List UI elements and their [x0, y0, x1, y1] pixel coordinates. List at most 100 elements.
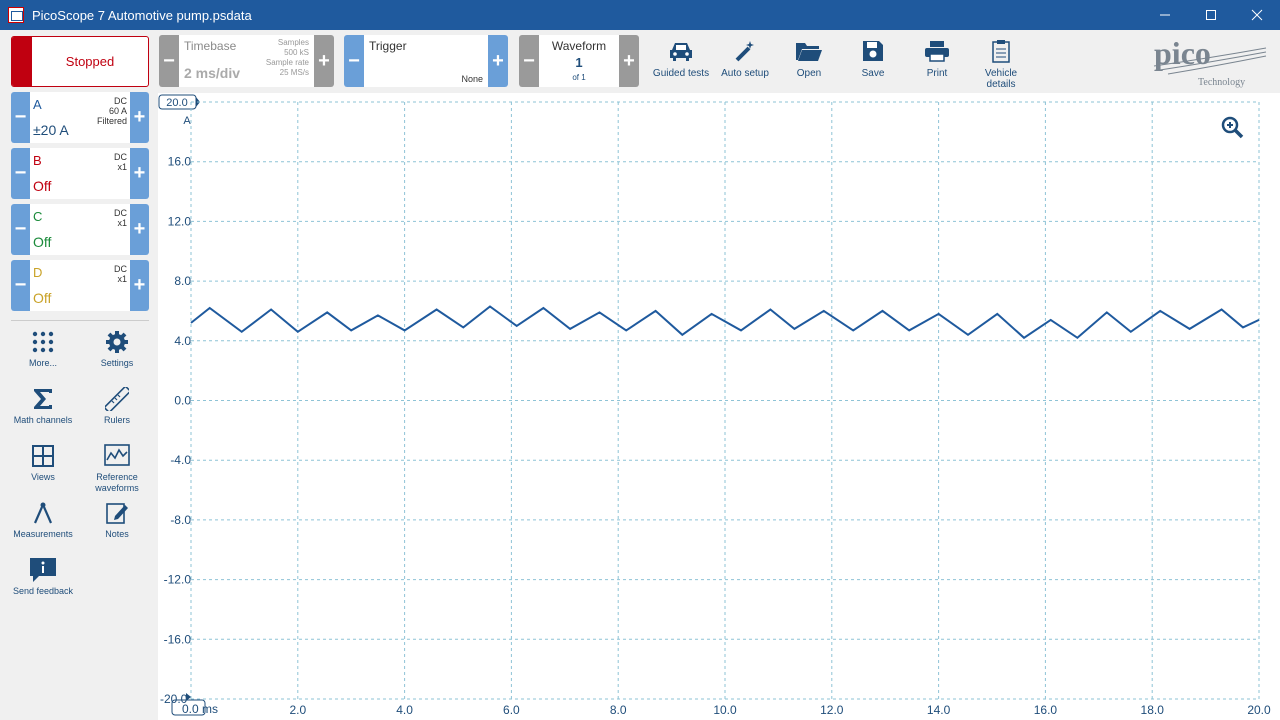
trigger-label: Trigger [369, 39, 407, 53]
car-icon [650, 36, 712, 66]
x-tick-label: 4.0 [396, 703, 413, 717]
waveform-previous-button[interactable]: − [519, 35, 539, 87]
waveform-next-button[interactable]: + [619, 35, 639, 87]
channel-b-range: Off [33, 178, 52, 194]
y-tick-label: 0.0 [174, 394, 191, 408]
y-tick-label: -16.0 [164, 632, 192, 646]
channel-a-coupling: DC [114, 96, 127, 106]
channel-a-decrease-button[interactable]: − [11, 92, 30, 143]
feedback-icon [3, 556, 83, 584]
trigger-decrease-button[interactable]: − [344, 35, 364, 87]
channel-c-probe: x1 [117, 218, 127, 228]
send-feedback-button[interactable]: Send feedback [3, 556, 83, 597]
y-tick-label: -12.0 [164, 573, 192, 587]
y-tick-label: 4.0 [174, 334, 191, 348]
sample-rate-label: Sample rate [265, 58, 309, 67]
x-tick-label: 8.0 [610, 703, 627, 717]
views-button[interactable]: Views [3, 442, 83, 483]
reference-waveforms-button[interactable]: Reference waveforms [77, 442, 157, 494]
measurements-button[interactable]: Measurements [3, 499, 83, 540]
zoom-icon[interactable] [1221, 116, 1244, 139]
channel-a-increase-button[interactable]: + [130, 92, 149, 143]
svg-text:Technology: Technology [1198, 77, 1245, 88]
vehicle-details-label: Vehicle details [984, 68, 1018, 90]
math-channels-button[interactable]: Math channels [3, 385, 83, 426]
y-range-label: 20.0 [166, 97, 187, 109]
oscilloscope-chart[interactable]: 20.0 A 16.0 12.0 8.0 4.0 0.0 -4.0 -8.0 -12.0 -16… [158, 93, 1280, 720]
pico-technology-logo: pico Technology [1150, 35, 1270, 88]
timebase-label: Timebase [184, 39, 237, 53]
channel-d-increase-button[interactable]: + [130, 260, 149, 311]
timebase-decrease-button[interactable]: − [159, 35, 179, 87]
x-origin-label: 0.0 ms [182, 702, 218, 716]
scope-view[interactable]: 20.0 A 16.0 12.0 8.0 4.0 0.0 -4.0 -8.0 -12.0 -16… [158, 93, 1280, 720]
settings-label: Settings [100, 358, 134, 368]
guided-tests-label: Guided tests [652, 68, 710, 79]
channel-a-probe: 60 A [108, 106, 127, 116]
trigger-increase-button[interactable]: + [488, 35, 508, 87]
channel-c-decrease-button[interactable]: − [11, 204, 30, 255]
open-button[interactable]: Open [778, 36, 840, 86]
channel-a-control[interactable]: − A DC 60 A Filtered ±20 A + [11, 92, 149, 143]
channel-a-name: A [33, 97, 42, 112]
minimize-button[interactable] [1142, 0, 1188, 30]
notes-label: Notes [105, 529, 129, 539]
picoscope-app-icon [8, 7, 24, 23]
channel-b-decrease-button[interactable]: − [11, 148, 30, 199]
notes-button[interactable]: Notes [77, 499, 157, 540]
waveform-number: 1 [575, 55, 583, 70]
run-stop-label: Stopped [65, 54, 115, 69]
save-button[interactable]: Save [842, 36, 904, 86]
rulers-button[interactable]: Rulers [77, 385, 157, 426]
stop-indicator-bar [12, 37, 32, 86]
save-label: Save [861, 68, 885, 79]
channel-b-control[interactable]: − B DC x1 Off + [11, 148, 149, 199]
x-tick-label: 6.0 [503, 703, 520, 717]
timebase-increase-button[interactable]: + [314, 35, 334, 87]
x-tick-label: 2.0 [289, 703, 306, 717]
vehicle-details-button[interactable]: Vehicle details [970, 36, 1032, 90]
x-tick-label: 20.0 [1247, 703, 1271, 717]
channel-d-decrease-button[interactable]: − [11, 260, 30, 311]
floppy-icon [842, 36, 904, 66]
channel-a-trace [190, 305, 1260, 340]
channel-c-control[interactable]: − C DC x1 Off + [11, 204, 149, 255]
more-button[interactable]: More... [3, 328, 83, 369]
maximize-button[interactable] [1188, 0, 1234, 30]
sample-rate-value: 25 MS/s [279, 68, 309, 77]
close-button[interactable] [1234, 0, 1280, 30]
waveform-label: Waveform [551, 39, 607, 53]
channel-d-control[interactable]: − D DC x1 Off + [11, 260, 149, 311]
y-tick-label: -8.0 [170, 513, 191, 527]
print-button[interactable]: Print [906, 36, 968, 86]
ruler-icon [77, 385, 157, 413]
channel-c-increase-button[interactable]: + [130, 204, 149, 255]
y-unit-label: A [183, 115, 191, 127]
settings-button[interactable]: Settings [77, 328, 157, 369]
auto-setup-button[interactable]: Auto setup [714, 36, 776, 86]
timebase-value[interactable]: 2 ms/div [184, 65, 240, 81]
channel-d-name: D [33, 265, 43, 280]
views-label: Views [31, 472, 55, 482]
channel-b-increase-button[interactable]: + [130, 148, 149, 199]
x-tick-label: 10.0 [713, 703, 737, 717]
trigger-control: − Trigger None + [344, 35, 508, 87]
svg-text:pico: pico [1154, 36, 1211, 71]
channel-d-probe: x1 [117, 274, 127, 284]
send-feedback-label: Send feedback [12, 586, 74, 596]
trigger-mode[interactable]: None [461, 74, 483, 84]
samples-value: 500 kS [284, 48, 309, 57]
samples-label: Samples [277, 38, 309, 47]
measurement-icon [3, 499, 83, 527]
channel-a-range: ±20 A [33, 122, 69, 138]
channel-d-coupling: DC [114, 264, 127, 274]
open-label: Open [796, 68, 822, 79]
waveform-count: of 1 [572, 73, 586, 82]
channel-c-coupling: DC [114, 208, 127, 218]
guided-tests-button[interactable]: Guided tests [650, 36, 712, 86]
x-tick-label: 12.0 [820, 703, 844, 717]
run-stop-button[interactable]: Stopped [11, 36, 149, 87]
channel-b-coupling: DC [114, 152, 127, 162]
more-label: More... [28, 358, 57, 368]
math-channels-label: Math channels [13, 415, 73, 425]
